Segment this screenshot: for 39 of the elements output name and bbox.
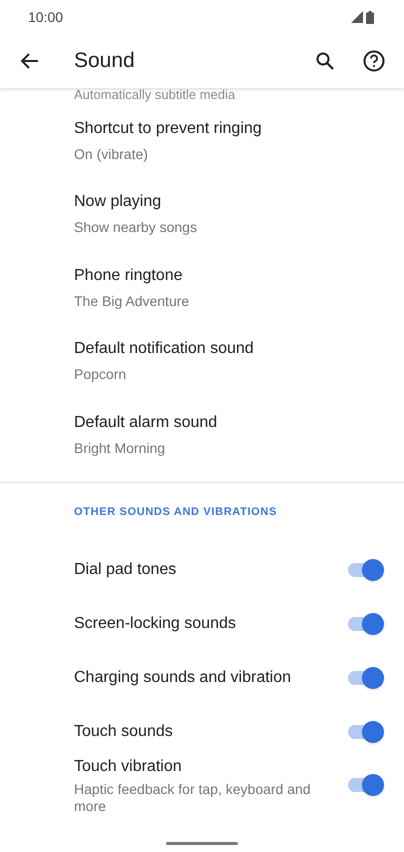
toggle-switch[interactable] (348, 774, 384, 796)
search-icon (316, 52, 334, 70)
settings-item[interactable]: Phone ringtone The Big Adventure (0, 251, 404, 324)
page-title: Sound (74, 48, 136, 74)
toggle-switch[interactable] (348, 612, 384, 634)
item-subtitle: Bright Morning (74, 438, 166, 458)
toggle-item[interactable]: Dial pad tones (0, 542, 404, 596)
item-subtitle: On (vibrate) (74, 144, 149, 164)
help-button[interactable] (362, 49, 386, 73)
settings-item[interactable]: Now playing Show nearby songs (0, 178, 404, 251)
toggle-item[interactable]: Charging sounds and vibration (0, 650, 404, 704)
status-time: 10:00 (28, 8, 64, 26)
settings-item[interactable]: Shortcut to prevent ringing On (vibrate) (0, 104, 404, 178)
item-title: Touch sounds (74, 722, 174, 742)
section-header: OTHER SOUNDS AND VIBRATIONS (74, 505, 277, 520)
item-title: Dial pad tones (74, 560, 178, 580)
item-title: Screen-locking sounds (74, 614, 237, 634)
battery-icon (366, 10, 374, 24)
help-icon (363, 50, 385, 72)
item-title: Charging sounds and vibration (74, 668, 292, 688)
item-subtitle: Show nearby songs (74, 218, 198, 238)
item-subtitle: The Big Adventure (74, 292, 190, 311)
item-title: Default notification sound (74, 339, 255, 360)
toggle-switch[interactable] (348, 666, 384, 688)
item-subtitle: Popcorn (74, 365, 128, 384)
item-subtitle: Automatically subtitle media (74, 88, 236, 101)
item-subtitle: Haptic feedback for tap, keyboard and more (74, 780, 312, 814)
signal-icon (351, 11, 363, 23)
item-title: Phone ringtone (74, 266, 184, 286)
toggle-item[interactable]: Screen-locking sounds (0, 596, 404, 650)
item-title: Now playing (74, 192, 162, 212)
item-title: Shortcut to prevent ringing (74, 118, 263, 139)
back-arrow-icon (21, 53, 39, 69)
toggle-switch[interactable] (348, 558, 384, 580)
toggle-switch[interactable] (348, 720, 384, 742)
settings-item[interactable]: Default notification sound Popcorn (0, 324, 404, 398)
settings-item[interactable]: Default alarm sound Bright Morning (0, 398, 404, 472)
item-title: Default alarm sound (74, 412, 218, 433)
item-title: Touch vibration (74, 756, 183, 776)
